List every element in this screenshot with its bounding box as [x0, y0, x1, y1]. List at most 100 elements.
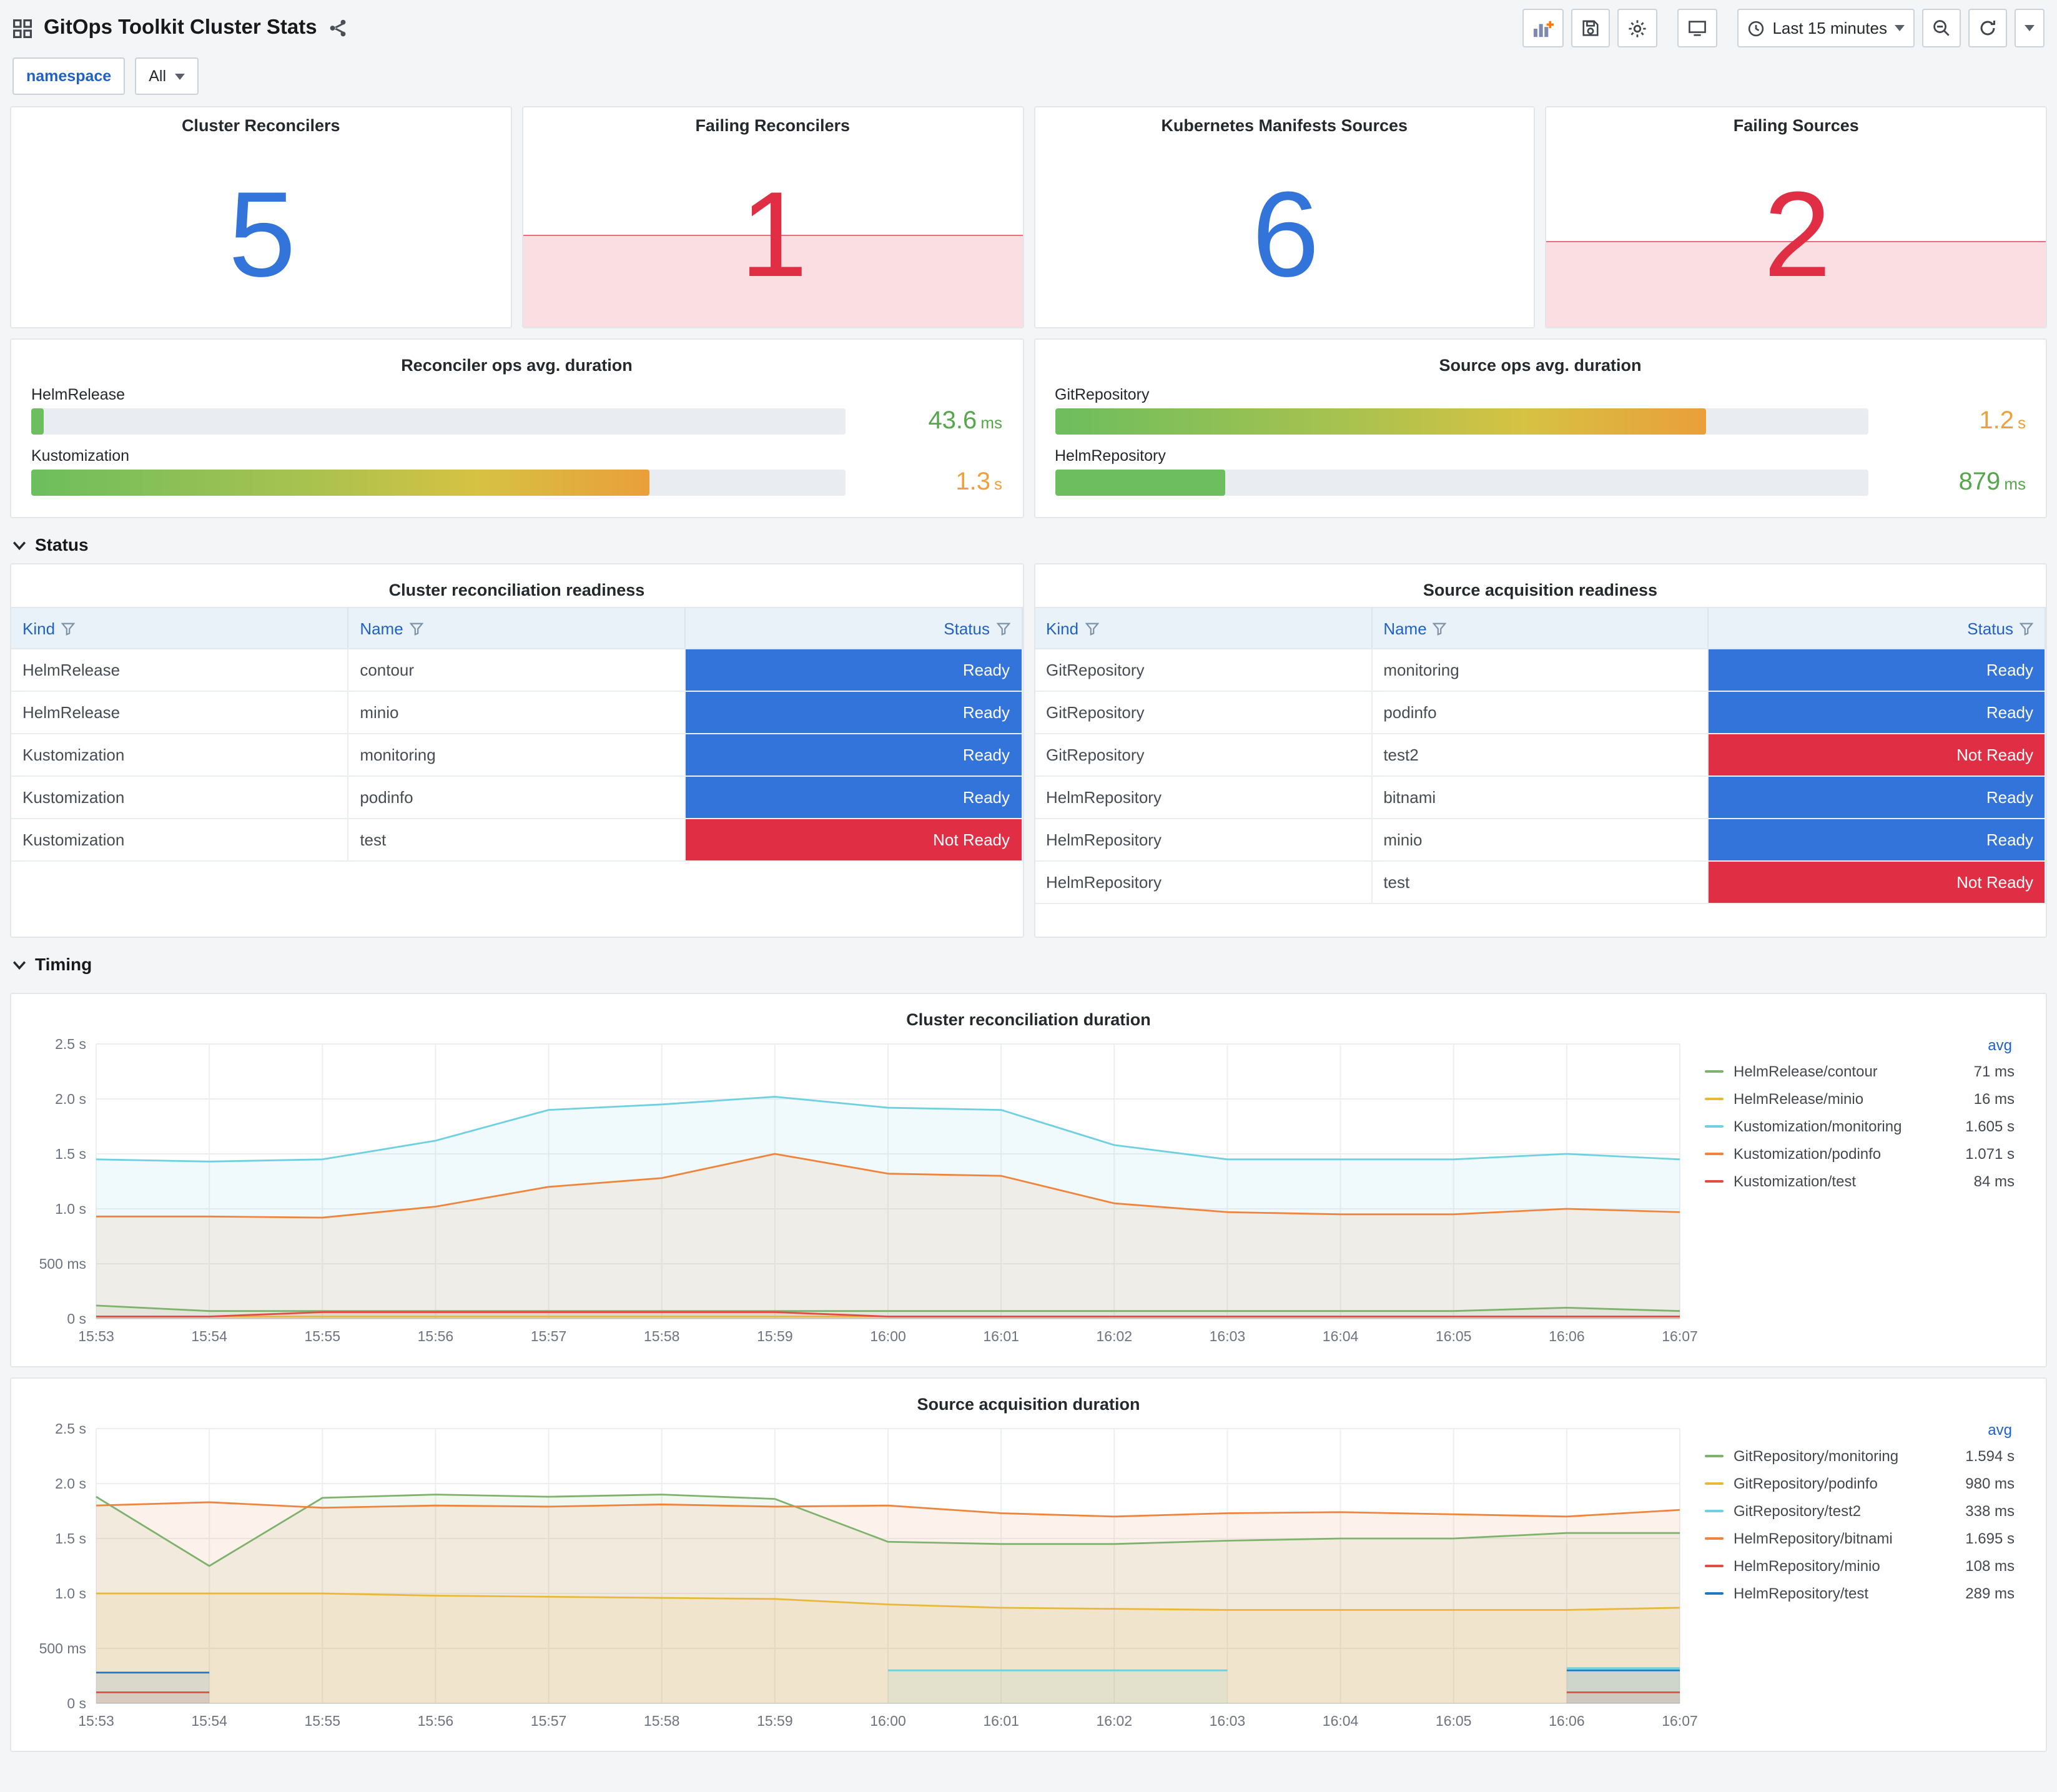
settings-button[interactable] — [1617, 9, 1658, 47]
series-color-swatch — [1705, 1455, 1724, 1457]
stat-body: 2 — [1547, 140, 2046, 327]
gauge-row: HelmRepository 879 ms — [1055, 447, 2026, 497]
table-row: Kustomization podinfo Ready — [11, 775, 1022, 819]
column-header-name[interactable]: Name — [1371, 607, 1709, 649]
status-badge: Not Ready — [685, 819, 1021, 860]
gauge-row: GitRepository 1.2 s — [1055, 386, 2026, 436]
share-icon[interactable] — [328, 19, 347, 37]
legend-item: GitRepository/podinfo 980 ms — [1705, 1470, 2015, 1497]
legend-item: GitRepository/monitoring 1.594 s — [1705, 1442, 2015, 1470]
cell-name: test — [1371, 860, 1709, 904]
series-avg-value: 338 ms — [1965, 1502, 2015, 1520]
gauge-label: GitRepository — [1055, 386, 1150, 403]
apps-grid-icon[interactable] — [12, 18, 32, 38]
gauge-track — [1055, 470, 1868, 496]
series-color-swatch — [1705, 1510, 1724, 1512]
series-color-swatch — [1705, 1098, 1724, 1100]
legend-item: HelmRelease/minio 16 ms — [1705, 1085, 2015, 1113]
series-color-swatch — [1705, 1565, 1724, 1567]
series-name[interactable]: HelmRelease/minio — [1734, 1090, 1863, 1108]
refresh-interval-dropdown[interactable] — [2015, 9, 2045, 47]
panel-title[interactable]: Failing Reconcilers — [523, 107, 1023, 135]
table-row: Kustomization test Not Ready — [11, 818, 1022, 862]
svg-text:16:04: 16:04 — [1323, 1328, 1359, 1344]
svg-text:16:03: 16:03 — [1210, 1328, 1246, 1344]
svg-text:0 s: 0 s — [67, 1695, 86, 1711]
gauge-value-unit: ms — [2004, 475, 2026, 493]
column-header-label: Name — [1383, 619, 1427, 638]
svg-text:1.5 s: 1.5 s — [55, 1530, 86, 1547]
series-name[interactable]: GitRepository/podinfo — [1734, 1475, 1878, 1492]
stat-panel: Failing Reconcilers 1 — [521, 106, 1024, 328]
series-avg-value: 84 ms — [1973, 1173, 2015, 1190]
panel-title[interactable]: Failing Sources — [1547, 107, 2046, 135]
section-timing[interactable]: Timing — [0, 938, 2057, 983]
add-panel-button[interactable] — [1522, 9, 1564, 47]
panel-title[interactable]: Source acquisition readiness — [1035, 572, 2046, 599]
series-name[interactable]: HelmRelease/contour — [1734, 1063, 1878, 1080]
panel-title[interactable]: Source ops avg. duration — [1055, 347, 2026, 375]
series-avg-value: 1.605 s — [1965, 1118, 2015, 1135]
filter-icon[interactable] — [61, 621, 76, 635]
series-color-swatch — [1705, 1537, 1724, 1540]
cell-name: podinfo — [348, 775, 686, 819]
zoom-out-button[interactable] — [1922, 9, 1961, 47]
save-dashboard-button[interactable] — [1571, 9, 1611, 47]
table-row: Kustomization monitoring Ready — [11, 733, 1022, 777]
stat-body: 6 — [1035, 140, 1534, 327]
svg-text:16:02: 16:02 — [1097, 1713, 1133, 1729]
series-name[interactable]: Kustomization/podinfo — [1734, 1145, 1881, 1163]
time-series-plot[interactable]: 15:53 15:54 15:55 15:56 15:57 15:58 15:59 16:00… — [24, 1416, 1697, 1738]
variable-namespace-label[interactable]: namespace — [12, 57, 126, 95]
table-row: HelmRelease minio Ready — [11, 691, 1022, 734]
column-header-name[interactable]: Name — [348, 607, 686, 649]
tv-mode-button[interactable] — [1677, 9, 1718, 47]
svg-text:15:58: 15:58 — [644, 1328, 680, 1344]
panel-title[interactable]: Cluster reconciliation readiness — [11, 572, 1022, 599]
gauge-value-unit: s — [2018, 413, 2026, 432]
legend-avg-header[interactable]: avg — [1705, 1036, 2015, 1054]
svg-text:2.5 s: 2.5 s — [55, 1036, 86, 1052]
panel-title[interactable]: Reconciler ops avg. duration — [31, 347, 1002, 375]
svg-text:16:07: 16:07 — [1662, 1328, 1697, 1344]
series-name[interactable]: Kustomization/monitoring — [1734, 1118, 1902, 1135]
panel-title[interactable]: Cluster reconciliation duration — [24, 1002, 2033, 1029]
section-status[interactable]: Status — [0, 518, 2057, 563]
series-name[interactable]: GitRepository/monitoring — [1734, 1447, 1898, 1465]
filter-icon[interactable] — [2019, 621, 2034, 635]
variable-namespace-value-dropdown[interactable]: All — [135, 57, 199, 95]
series-name[interactable]: GitRepository/test2 — [1734, 1502, 1861, 1520]
cell-kind: Kustomization — [11, 818, 349, 862]
series-avg-value: 71 ms — [1973, 1063, 2015, 1080]
gauge-value-number: 43.6 — [928, 407, 977, 435]
filter-icon[interactable] — [1433, 621, 1448, 635]
column-header-status[interactable]: Status — [684, 607, 1022, 649]
filter-icon[interactable] — [409, 621, 424, 635]
time-range-picker[interactable]: Last 15 minutes — [1737, 9, 1915, 47]
svg-text:15:54: 15:54 — [191, 1328, 227, 1344]
timeseries-panel: Source acquisition duration 15:53 15:54 15:… — [10, 1377, 2047, 1752]
bar-gauge-panel: Source ops avg. duration GitRepository 1.2… — [1033, 338, 2047, 518]
panel-title[interactable]: Kubernetes Manifests Sources — [1035, 107, 1534, 135]
column-header-kind[interactable]: Kind — [1035, 607, 1373, 649]
legend-item: Kustomization/monitoring 1.605 s — [1705, 1113, 2015, 1140]
time-series-plot[interactable]: 15:53 15:54 15:55 15:56 15:57 15:58 15:59 16:00… — [24, 1031, 1697, 1354]
gauge-value: 43.6 ms — [862, 407, 1002, 436]
refresh-button[interactable] — [1968, 9, 2007, 47]
dashboard: GitOps Toolkit Cluster Stats Last 15 min… — [0, 0, 2057, 1792]
column-header-kind[interactable]: Kind — [11, 607, 349, 649]
tables-row: Cluster reconciliation readiness Kind Name… — [10, 563, 2047, 938]
panel-title[interactable]: Source acquisition duration — [24, 1386, 2033, 1414]
series-name[interactable]: Kustomization/test — [1734, 1173, 1856, 1190]
filter-icon[interactable] — [995, 621, 1010, 635]
legend-avg-header[interactable]: avg — [1705, 1421, 2015, 1439]
panel-title[interactable]: Cluster Reconcilers — [11, 107, 511, 135]
series-name[interactable]: HelmRepository/bitnami — [1734, 1530, 1893, 1547]
chevron-down-icon — [1895, 25, 1905, 31]
series-name[interactable]: HelmRepository/minio — [1734, 1557, 1880, 1575]
series-name[interactable]: HelmRepository/test — [1734, 1585, 1868, 1602]
svg-text:15:57: 15:57 — [531, 1328, 567, 1344]
filter-icon[interactable] — [1084, 621, 1099, 635]
column-header-status[interactable]: Status — [1708, 607, 2046, 649]
stat-value: 5 — [228, 165, 296, 302]
